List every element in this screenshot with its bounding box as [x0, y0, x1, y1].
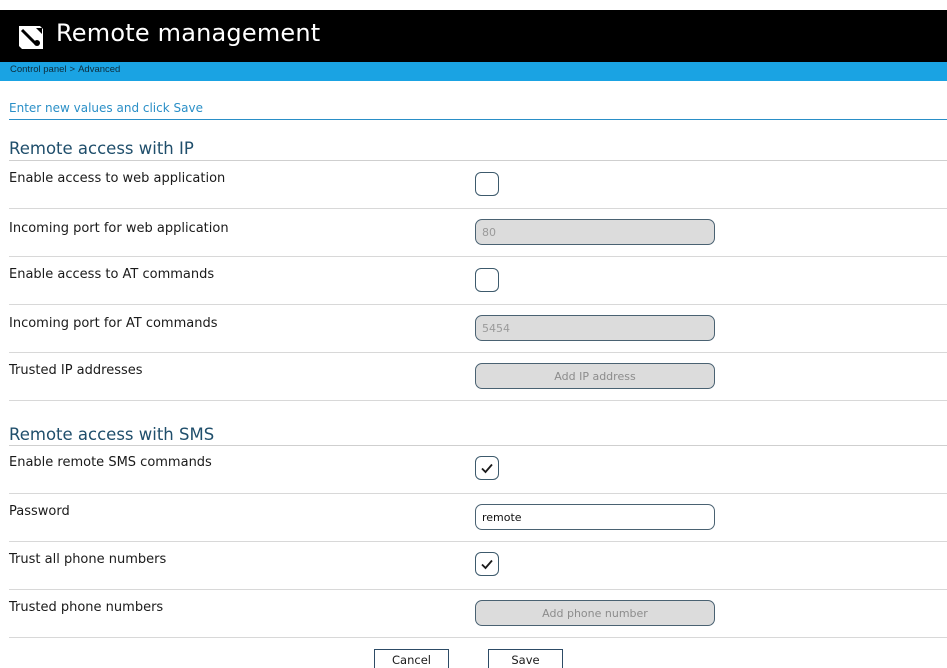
- row-enable-web-access: Enable access to web application: [9, 161, 947, 209]
- section-title-sms: Remote access with SMS: [9, 425, 215, 444]
- breadcrumb-separator: >: [69, 64, 76, 75]
- row-trusted-numbers: Trusted phone numbers Add phone number: [9, 590, 947, 638]
- web-port-input[interactable]: [475, 219, 715, 245]
- row-label: Enable remote SMS commands: [9, 455, 212, 470]
- row-label: Enable access to AT commands: [9, 267, 215, 282]
- add-phone-number-button[interactable]: Add phone number: [475, 600, 715, 626]
- row-label: Enable access to web application: [9, 171, 226, 186]
- breadcrumb-item-advanced[interactable]: Advanced: [78, 64, 120, 75]
- row-label: Incoming port for web application: [9, 221, 229, 236]
- add-ip-address-button[interactable]: Add IP address: [475, 363, 715, 389]
- instructions-divider: [9, 119, 947, 120]
- save-button[interactable]: Save: [488, 649, 563, 668]
- trust-all-numbers-checkbox[interactable]: [475, 552, 499, 576]
- row-trusted-ips: Trusted IP addresses Add IP address: [9, 353, 947, 401]
- row-label: Trusted IP addresses: [9, 363, 143, 378]
- title-bar: Remote management: [0, 10, 947, 62]
- enable-at-access-checkbox[interactable]: [475, 268, 499, 292]
- row-trust-all-numbers: Trust all phone numbers: [9, 542, 947, 590]
- enable-web-access-checkbox[interactable]: [475, 172, 499, 196]
- cancel-button[interactable]: Cancel: [374, 649, 449, 668]
- breadcrumb-item-control-panel[interactable]: Control panel: [10, 64, 67, 75]
- checkmark-icon: [481, 463, 493, 474]
- checkmark-icon: [481, 559, 493, 570]
- row-web-port: Incoming port for web application: [9, 209, 947, 257]
- password-input[interactable]: [475, 504, 715, 530]
- row-enable-at-access: Enable access to AT commands: [9, 257, 947, 305]
- enable-sms-commands-checkbox[interactable]: [475, 456, 499, 480]
- row-label: Incoming port for AT commands: [9, 316, 218, 331]
- instructions-text: Enter new values and click Save: [9, 101, 203, 115]
- satellite-dish-icon: [16, 22, 46, 52]
- page-title: Remote management: [56, 19, 321, 47]
- row-enable-sms-commands: Enable remote SMS commands: [9, 446, 947, 494]
- row-password: Password: [9, 494, 947, 542]
- row-label: Trusted phone numbers: [9, 600, 164, 615]
- row-label: Trust all phone numbers: [9, 552, 167, 567]
- breadcrumb: Control panel > Advanced: [0, 62, 947, 81]
- section-title-ip: Remote access with IP: [9, 139, 194, 158]
- row-at-port: Incoming port for AT commands: [9, 305, 947, 353]
- row-label: Password: [9, 504, 70, 519]
- at-port-input[interactable]: [475, 315, 715, 341]
